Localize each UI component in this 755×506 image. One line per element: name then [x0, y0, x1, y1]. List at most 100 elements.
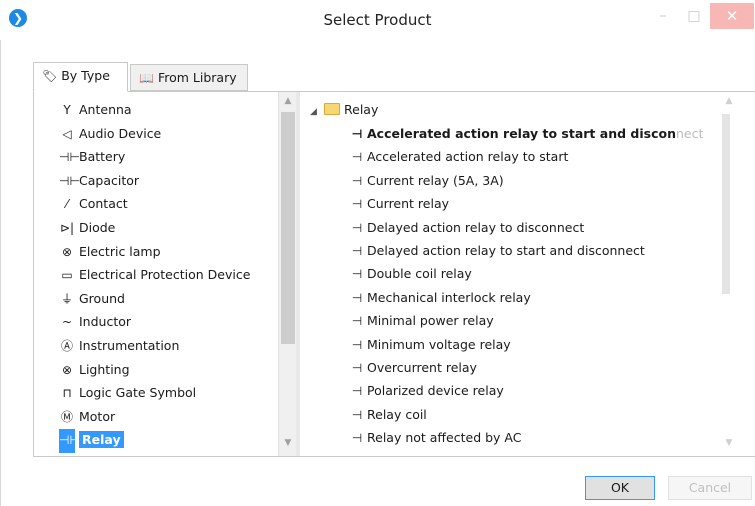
scroll-down-arrow-icon[interactable]: ▼ [720, 438, 738, 448]
tree-item-label: Current relay (5A, 3A) [367, 172, 504, 188]
tree-item[interactable]: ⊣ Delayed action relay to start and disco… [310, 239, 720, 262]
type-item[interactable]: ⁄ Contact [42, 192, 278, 216]
type-item-label: Battery [79, 149, 126, 165]
relay-symbol-icon: ⊣ [351, 314, 363, 329]
relay-symbol-icon: ⊣ [351, 150, 363, 165]
type-symbol-icon: ⏚ [60, 291, 73, 306]
tree-item[interactable]: ⊣ Polarized device relay [310, 379, 720, 402]
type-item[interactable]: ⊣⊢Capacitor [42, 169, 278, 193]
tree-item[interactable]: ⊣ Delayed action relay to disconnect [310, 216, 720, 239]
tree-item-label: Minimal power relay [367, 313, 494, 329]
relay-symbol-icon: ⊣ [351, 267, 363, 282]
tree-item[interactable]: ⊣ Relay not affected by AC [310, 426, 720, 449]
type-item[interactable]: ◁ Audio Device [42, 122, 278, 146]
expand-triangle-icon[interactable]: ◢ [310, 100, 324, 124]
type-item[interactable]: ⊗ Electric lamp [42, 240, 278, 264]
type-symbol-icon: ⊣⊢ [59, 173, 80, 188]
relay-symbol-icon: ⊣ [351, 173, 363, 188]
tree-item-label: Mechanical interlock relay [367, 289, 531, 305]
scroll-up-arrow-icon[interactable]: ▲ [720, 96, 738, 106]
tree-items: ⊣ Accelerated action relay to start and d… [310, 122, 720, 449]
type-item-label: Antenna [79, 102, 132, 117]
tree-item-label: Accelerated action relay to start [367, 149, 569, 165]
type-item-label: Logic Gate Symbol [79, 385, 197, 401]
tree-item[interactable]: ⊣ Current relay [310, 192, 720, 215]
maximize-button[interactable]: □ [679, 3, 709, 29]
type-symbol-icon: ~ [61, 315, 73, 330]
type-symbol-icon: ⁄ [65, 197, 68, 212]
tree-item-label-overflow: nect [675, 126, 704, 141]
tab-label: From Library [157, 70, 237, 85]
type-symbol-icon: Y [63, 103, 71, 117]
tree-item-label: Delayed action relay to start and discon… [367, 242, 645, 258]
minimize-button[interactable]: – [648, 3, 678, 29]
tree-item[interactable]: ⊣ Mechanical interlock relay [310, 286, 720, 309]
type-symbol-icon: ⊣⊢ [59, 429, 80, 453]
scroll-down-arrow-icon[interactable]: ▼ [279, 438, 297, 448]
tab-by-type[interactable]: 🏷 By Type [33, 62, 128, 92]
relay-symbol-icon: ⊣ [351, 127, 363, 141]
tree-item-label: Accelerated action relay to start and di… [367, 126, 676, 141]
type-list-scroll-thumb[interactable] [281, 112, 295, 344]
ok-button[interactable]: OK [585, 476, 655, 500]
type-item[interactable]: ▭ Electrical Protection Device [42, 263, 278, 287]
window-title: Select Product [323, 11, 432, 29]
tree-item-label: Delayed action relay to disconnect [367, 219, 585, 235]
tree-item[interactable]: ⊣ Overcurrent relay [310, 356, 720, 379]
product-tree: ◢ Relay ⊣ Accelerated action relay to star… [310, 98, 720, 449]
tree-scroll-thumb[interactable] [722, 114, 730, 294]
type-item-label: Contact [79, 196, 128, 212]
type-item[interactable]: ~ Inductor [42, 310, 278, 334]
type-item-label: Diode [79, 219, 116, 235]
tree-item[interactable]: ⊣ Minimum voltage relay [310, 333, 720, 356]
tag-icon: 🏷 [42, 69, 58, 83]
close-button[interactable]: ✕ [710, 3, 754, 29]
tree-item[interactable]: ⊣ Minimal power relay [310, 309, 720, 332]
cancel-button[interactable]: Cancel [668, 476, 752, 500]
tree-item[interactable]: ⊣ Double coil relay [310, 262, 720, 285]
tree-item-label: Polarized device relay [367, 383, 504, 399]
relay-symbol-icon: ⊣ [351, 337, 363, 352]
type-symbol-icon: Ⓐ [60, 338, 73, 353]
scroll-up-arrow-icon[interactable]: ▲ [279, 96, 297, 106]
type-list-scrollbar[interactable]: ▲ ▼ [278, 92, 297, 456]
relay-symbol-icon: ⊣ [351, 384, 363, 399]
type-item-label: Audio Device [79, 125, 162, 141]
type-item[interactable]: Ⓜ Motor [42, 405, 278, 429]
relay-symbol-icon: ⊣ [351, 431, 363, 446]
tree-item-label: Minimum voltage relay [367, 336, 511, 352]
content-panel: Y Antenna ◁ Audio Device ⊣⊢Battery ⊣⊢Capacito… [33, 91, 755, 457]
type-item[interactable]: Ⓐ Instrumentation [42, 334, 278, 358]
type-item[interactable]: ⊣⊢Battery [42, 145, 278, 169]
type-item[interactable]: ⊓ Logic Gate Symbol [42, 381, 278, 405]
type-item[interactable]: ⊗ Lighting [42, 358, 278, 382]
type-item-label: Instrumentation [79, 337, 180, 353]
type-item[interactable]: Y Antenna [42, 98, 278, 122]
tree-item[interactable]: ⊣ Relay coil [310, 403, 720, 426]
relay-symbol-icon: ⊣ [351, 243, 363, 258]
type-item[interactable]: ⏚ Ground [42, 287, 278, 311]
type-symbol-icon: ⊣⊢ [59, 150, 80, 165]
folder-icon [324, 103, 340, 115]
type-symbol-icon: ◁ [62, 126, 72, 141]
tree-root-relay[interactable]: ◢ Relay [310, 98, 720, 122]
tree-scrollbar[interactable]: ▲ ▼ [720, 92, 738, 456]
type-item-label: Electrical Protection Device [79, 267, 251, 283]
book-icon: 📖 [139, 71, 154, 85]
tree-item-label: Double coil relay [367, 266, 472, 282]
type-symbol-icon: Ⓜ [60, 409, 73, 424]
relay-symbol-icon: ⊣ [351, 407, 363, 422]
tree-item[interactable]: ⊣ Accelerated action relay to start [310, 145, 720, 168]
tree-item[interactable]: ⊣ Current relay (5A, 3A) [310, 169, 720, 192]
relay-symbol-icon: ⊣ [351, 290, 363, 305]
pane-splitter[interactable] [296, 92, 300, 456]
type-symbol-icon: ⊗ [61, 362, 73, 377]
relay-symbol-icon: ⊣ [351, 197, 363, 212]
type-item[interactable]: ⊣⊢ Relay [42, 428, 278, 453]
type-item[interactable]: ⊳| Diode [42, 216, 278, 240]
type-item-label: Inductor [79, 314, 132, 330]
tree-item[interactable]: ⊣ Accelerated action relay to start and d… [310, 122, 720, 145]
tree-item-label: Current relay [367, 196, 450, 212]
tab-from-library[interactable]: 📖 From Library [130, 64, 248, 91]
window-edge [0, 40, 1, 506]
